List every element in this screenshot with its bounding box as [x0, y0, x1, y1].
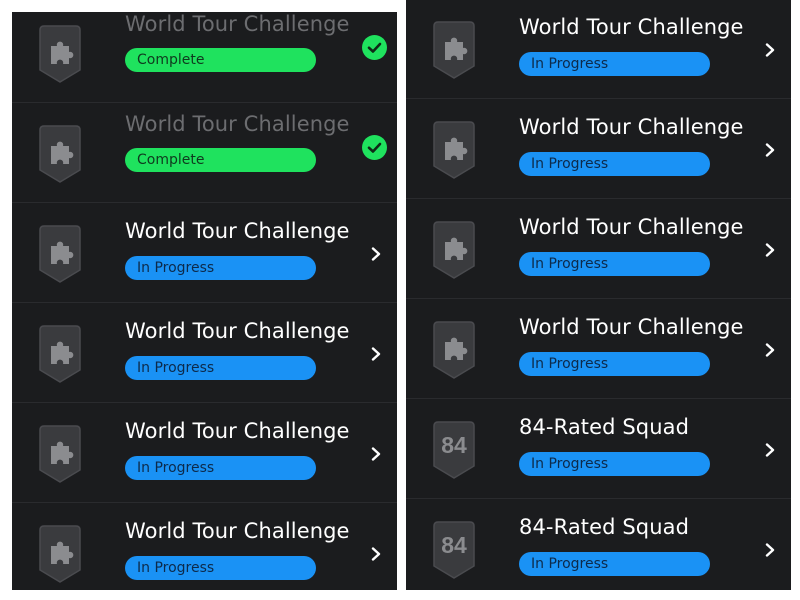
- status-badge: In Progress: [519, 152, 710, 176]
- challenge-title: 84-Rated Squad: [519, 515, 690, 539]
- challenge-title: World Tour Challenge: [519, 315, 744, 339]
- challenge-row[interactable]: 84 84-Rated Squad In Progress: [406, 400, 791, 499]
- challenge-row[interactable]: World Tour Challenge Complete: [12, 104, 397, 203]
- complete-check-icon: [362, 35, 387, 60]
- badge-rating-number: 84: [441, 532, 467, 558]
- status-badge: In Progress: [125, 256, 316, 280]
- challenge-list-left: World Tour Challenge Complete World Tour…: [12, 12, 397, 590]
- puzzle-badge-icon: [430, 20, 478, 80]
- status-badge: In Progress: [125, 556, 316, 580]
- challenge-row[interactable]: World Tour Challenge Complete: [12, 12, 397, 103]
- chevron-right-icon[interactable]: [369, 247, 383, 261]
- rating-84-badge-icon: 84: [430, 420, 478, 480]
- status-badge: In Progress: [519, 452, 710, 476]
- status-badge: In Progress: [519, 352, 710, 376]
- badge-rating-number: 84: [441, 432, 467, 458]
- status-badge: In Progress: [125, 356, 316, 380]
- chevron-right-icon[interactable]: [763, 243, 777, 257]
- status-badge: Complete: [125, 48, 316, 72]
- challenge-row[interactable]: 84 84-Rated Squad In Progress: [406, 500, 791, 590]
- challenge-title: World Tour Challenge: [125, 112, 350, 136]
- challenge-row[interactable]: World Tour Challenge In Progress: [12, 504, 397, 590]
- challenge-row[interactable]: World Tour Challenge In Progress: [406, 200, 791, 299]
- chevron-right-icon[interactable]: [763, 443, 777, 457]
- puzzle-badge-icon: [430, 220, 478, 280]
- chevron-right-icon[interactable]: [369, 447, 383, 461]
- challenge-row[interactable]: World Tour Challenge In Progress: [12, 404, 397, 503]
- puzzle-badge-icon: [36, 324, 84, 384]
- status-badge: In Progress: [519, 552, 710, 576]
- challenge-title: World Tour Challenge: [125, 519, 350, 543]
- complete-check-icon: [362, 135, 387, 160]
- chevron-right-icon[interactable]: [763, 143, 777, 157]
- challenge-title: World Tour Challenge: [519, 215, 744, 239]
- challenge-title: World Tour Challenge: [125, 319, 350, 343]
- challenge-title: World Tour Challenge: [125, 219, 350, 243]
- status-badge: Complete: [125, 148, 316, 172]
- chevron-right-icon[interactable]: [369, 547, 383, 561]
- puzzle-badge-icon: [36, 524, 84, 584]
- status-badge: In Progress: [125, 456, 316, 480]
- status-badge: In Progress: [519, 252, 710, 276]
- challenge-title: World Tour Challenge: [125, 419, 350, 443]
- challenge-row[interactable]: World Tour Challenge In Progress: [406, 100, 791, 199]
- puzzle-badge-icon: [36, 424, 84, 484]
- puzzle-badge-icon: [430, 120, 478, 180]
- chevron-right-icon[interactable]: [763, 43, 777, 57]
- rating-84-badge-icon: 84: [430, 520, 478, 580]
- challenge-row[interactable]: World Tour Challenge In Progress: [406, 0, 791, 99]
- puzzle-badge-icon: [430, 320, 478, 380]
- chevron-right-icon[interactable]: [763, 343, 777, 357]
- challenge-title: World Tour Challenge: [519, 115, 744, 139]
- chevron-right-icon[interactable]: [763, 543, 777, 557]
- chevron-right-icon[interactable]: [369, 347, 383, 361]
- challenge-title: World Tour Challenge: [125, 12, 350, 36]
- challenge-row[interactable]: World Tour Challenge In Progress: [12, 204, 397, 303]
- challenge-row[interactable]: World Tour Challenge In Progress: [12, 304, 397, 403]
- puzzle-badge-icon: [36, 24, 84, 84]
- challenge-title: World Tour Challenge: [519, 15, 744, 39]
- puzzle-badge-icon: [36, 224, 84, 284]
- challenge-title: 84-Rated Squad: [519, 415, 690, 439]
- status-badge: In Progress: [519, 52, 710, 76]
- challenge-row[interactable]: World Tour Challenge In Progress: [406, 300, 791, 399]
- puzzle-badge-icon: [36, 124, 84, 184]
- challenge-list-right: World Tour Challenge In Progress World T…: [406, 0, 791, 590]
